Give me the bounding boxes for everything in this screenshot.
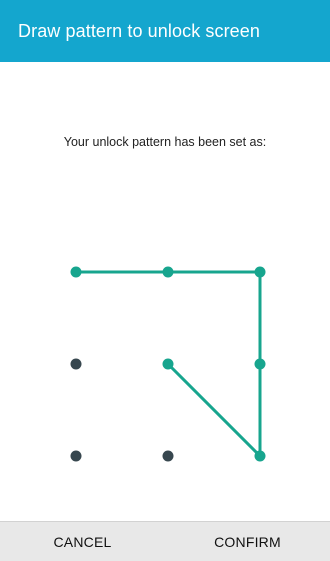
pattern-dot-selected-2	[162, 266, 174, 278]
bottom-action-bar: CANCEL CONFIRM	[0, 521, 330, 561]
pattern-dot-selected-6	[254, 358, 266, 370]
pattern-dot-4	[70, 358, 82, 370]
pattern-drawing	[70, 266, 266, 462]
pattern-dot-7	[70, 450, 82, 462]
pattern-set-message: Your unlock pattern has been set as:	[63, 135, 267, 149]
confirm-button[interactable]: CONFIRM	[165, 522, 330, 561]
cancel-button[interactable]: CANCEL	[0, 522, 165, 561]
unlock-pattern-screen: Draw pattern to unlock screen Your unloc…	[0, 0, 330, 561]
pattern-dot-selected-3	[254, 266, 266, 278]
pattern-dot-selected-9	[254, 450, 266, 462]
page-title: Draw pattern to unlock screen	[18, 20, 261, 41]
pattern-dot-8	[162, 450, 174, 462]
pattern-dot-selected-1	[70, 266, 82, 278]
pattern-grid	[0, 220, 330, 510]
pattern-dot-selected-5	[162, 358, 174, 370]
app-bar: Draw pattern to unlock screen	[0, 0, 330, 62]
